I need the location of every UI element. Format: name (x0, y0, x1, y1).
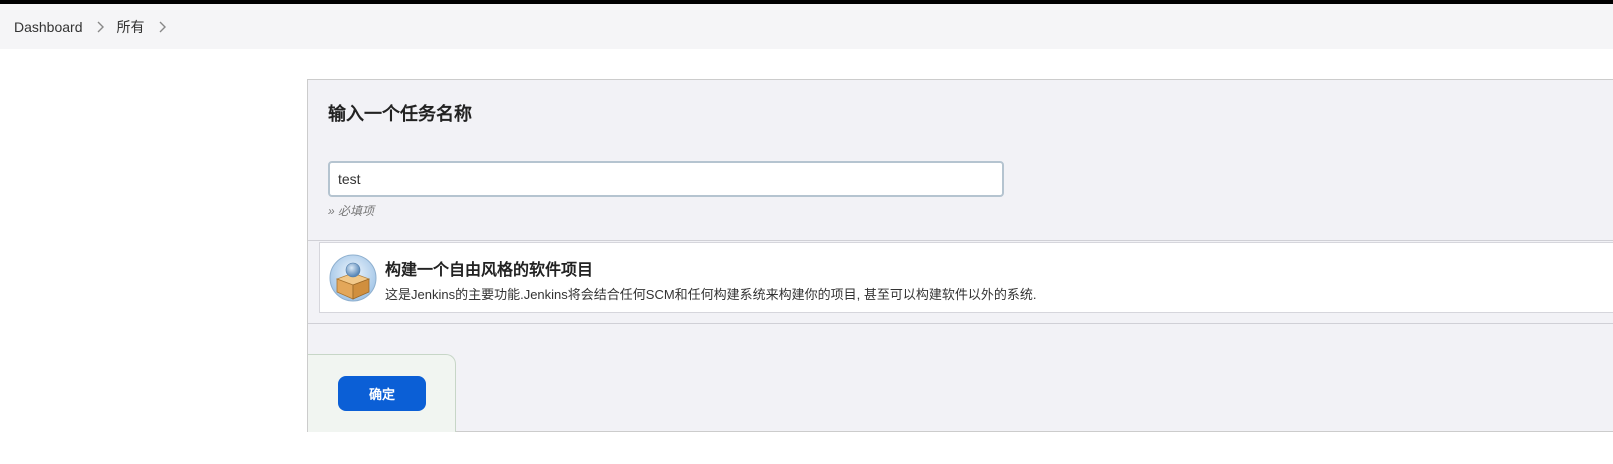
item-type-description: 这是Jenkins的主要功能.Jenkins将会结合任何SCM和任何构建系统来构… (385, 287, 1037, 302)
ok-button[interactable]: 确定 (338, 376, 426, 411)
new-item-form: 输入一个任务名称 » 必填项 构建一个自由风格的软件项目 这是Jenkins的主 (307, 79, 1613, 432)
item-name-input[interactable] (328, 161, 1004, 197)
freestyle-project-icon (329, 254, 377, 302)
chevron-right-icon[interactable] (95, 21, 105, 33)
bottom-sticker: 确定 (308, 354, 456, 432)
item-type-freestyle[interactable]: 构建一个自由风格的软件项目 这是Jenkins的主要功能.Jenkins将会结合… (319, 242, 1613, 313)
item-type-title: 构建一个自由风格的软件项目 (385, 262, 594, 279)
chevron-right-icon[interactable] (157, 21, 167, 33)
divider (308, 240, 1613, 241)
breadcrumb-dashboard[interactable]: Dashboard (14, 19, 83, 35)
breadcrumb-all[interactable]: 所有 (117, 17, 145, 37)
required-hint: » 必填项 (328, 204, 375, 218)
divider (308, 323, 1613, 324)
item-name-label: 输入一个任务名称 (328, 104, 472, 124)
breadcrumb: Dashboard 所有 (0, 4, 1613, 49)
